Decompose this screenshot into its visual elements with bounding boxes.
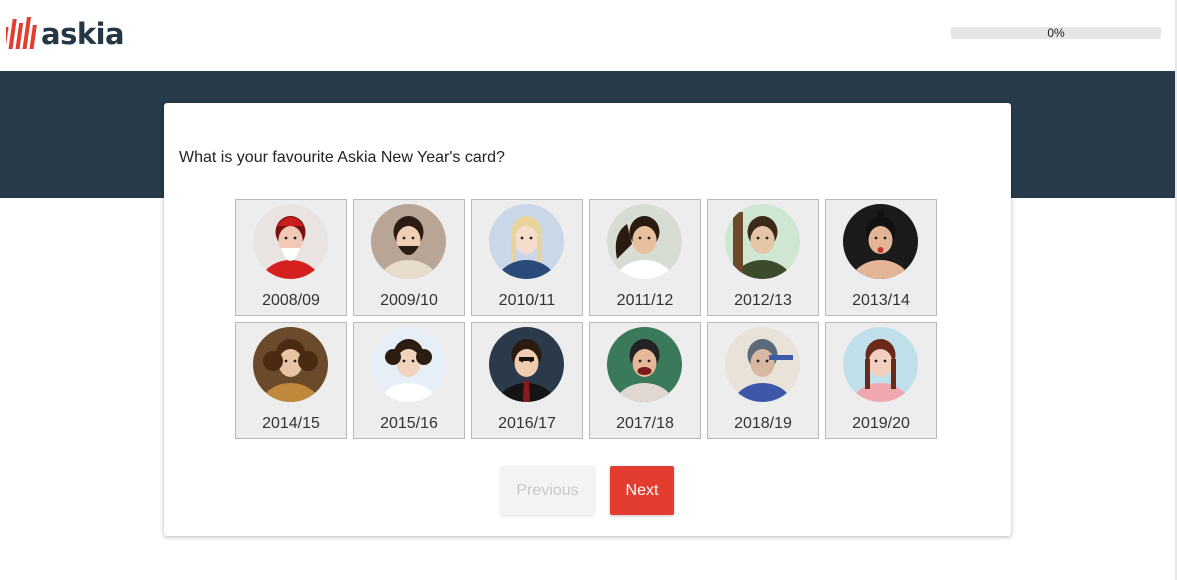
response-option-2008-09[interactable]: 2008/09 (235, 199, 347, 316)
logo-bars-icon (6, 17, 37, 49)
response-option-2019-20[interactable]: 2019/20 (825, 322, 937, 439)
white-robe-portrait (371, 327, 446, 402)
response-option-label: 2008/09 (262, 292, 320, 309)
next-button[interactable]: Next (610, 466, 674, 515)
response-option-label: 2009/10 (380, 292, 438, 309)
response-option-2009-10[interactable]: 2009/10 (353, 199, 465, 316)
response-option-label: 2012/13 (734, 292, 792, 309)
response-option-label: 2015/16 (380, 415, 438, 432)
response-option-2014-15[interactable]: 2014/15 (235, 322, 347, 439)
statue-pose-portrait (725, 327, 800, 402)
response-option-label: 2014/15 (262, 415, 320, 432)
response-option-label: 2010/11 (498, 292, 556, 309)
response-option-2011-12[interactable]: 2011/12 (589, 199, 701, 316)
tower-climber-portrait (725, 204, 800, 279)
response-option-2018-19[interactable]: 2018/19 (707, 322, 819, 439)
response-option-2015-16[interactable]: 2015/16 (353, 322, 465, 439)
response-option-label: 2017/18 (616, 415, 674, 432)
response-option-label: 2018/19 (734, 415, 792, 432)
response-option-label: 2011/12 (616, 292, 674, 309)
bearded-man-portrait (371, 204, 446, 279)
previous-button[interactable]: Previous (501, 466, 594, 515)
santa-portrait (253, 204, 328, 279)
response-option-2010-11[interactable]: 2010/11 (471, 199, 583, 316)
response-option-2017-18[interactable]: 2017/18 (589, 322, 701, 439)
progress-label: 0% (1047, 26, 1065, 40)
logo-wordmark: askia (41, 17, 125, 51)
askia-logo[interactable]: askia (6, 14, 125, 54)
header: askia 0% (0, 0, 1177, 71)
sumo-portrait (843, 204, 918, 279)
blonde-braids-portrait (489, 204, 564, 279)
question-card: What is your favourite Askia New Year's … (164, 103, 1011, 536)
response-option-2013-14[interactable]: 2013/14 (825, 199, 937, 316)
suit-glasses-portrait (489, 327, 564, 402)
survey-page: askia 0% What is your favourite Askia Ne… (0, 0, 1177, 580)
response-option-label: 2019/20 (852, 415, 910, 432)
response-option-label: 2013/14 (852, 292, 910, 309)
curly-wig-portrait (253, 327, 328, 402)
pigtails-portrait (843, 327, 918, 402)
question-text: What is your favourite Askia New Year's … (179, 149, 505, 166)
response-option-label: 2016/17 (498, 415, 556, 432)
progress-bar: 0% (951, 26, 1161, 40)
response-option-2016-17[interactable]: 2016/17 (471, 322, 583, 439)
laughing-man-portrait (607, 327, 682, 402)
response-grid: 2008/09 2009/10 2010/11 2011/12 2012/13 … (235, 199, 941, 441)
response-option-2012-13[interactable]: 2012/13 (707, 199, 819, 316)
windswept-hair-portrait (607, 204, 682, 279)
